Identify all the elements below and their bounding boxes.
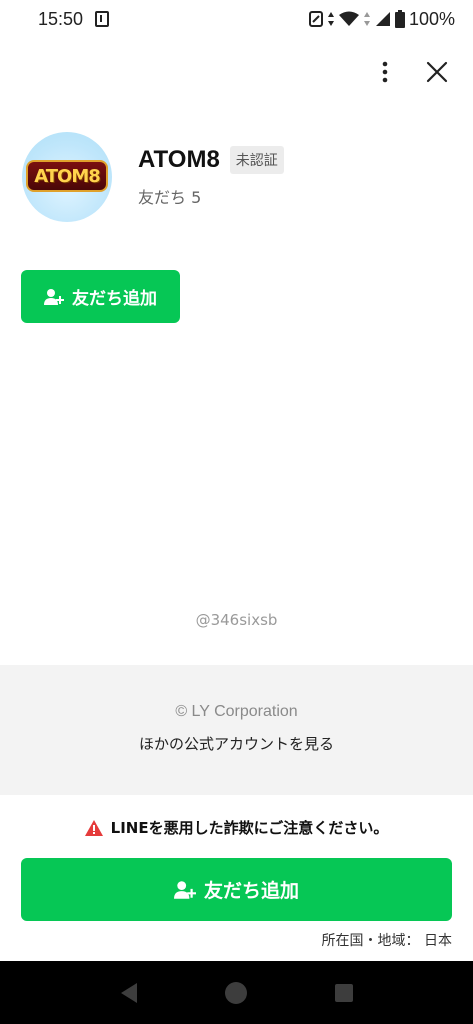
- download-icon: [95, 11, 110, 27]
- home-icon[interactable]: [224, 981, 247, 1004]
- add-friend-bottom-label: 友だち追加: [203, 880, 299, 902]
- add-friend-icon: [173, 880, 196, 899]
- unverified-badge: 未認証: [229, 146, 284, 174]
- location: 所在国・地域： 日本: [321, 933, 452, 949]
- account-name: ATOM8: [138, 146, 220, 173]
- status-icons: 100%: [308, 8, 455, 30]
- battery-icon: [394, 10, 405, 28]
- status-time: 15:50: [38, 8, 84, 29]
- status-bar: 15:50 100%: [0, 0, 473, 38]
- close-icon: [426, 61, 448, 83]
- add-friend-icon: [44, 288, 64, 305]
- friends-count: 友だち 5: [138, 188, 202, 207]
- profile-header: ATOM8 ATOM8 未認証 友だち 5: [22, 132, 284, 222]
- fraud-warning[interactable]: LINEを悪用した詐欺にご注意ください。: [0, 817, 473, 838]
- warning-text: LINEを悪用した詐欺にご注意ください。: [110, 819, 389, 837]
- copyright: © LY Corporation: [175, 703, 298, 720]
- wifi-icon: [338, 11, 359, 26]
- more-vertical-icon: [382, 61, 388, 83]
- footer-section: © LY Corporation ほかの公式アカウントを見る: [0, 665, 473, 795]
- top-actions: [369, 56, 453, 88]
- account-id: @346sixsb: [195, 611, 278, 629]
- warning-icon: [84, 819, 103, 836]
- battery-percent: 100%: [408, 8, 455, 29]
- data-arrows-icon-2: [363, 12, 370, 26]
- profile-text: ATOM8 未認証 友だち 5: [138, 146, 284, 208]
- add-friend-label: 友だち追加: [72, 289, 157, 309]
- avatar[interactable]: ATOM8: [22, 132, 112, 222]
- signal-icon: [375, 12, 390, 26]
- data-arrows-icon: [327, 12, 334, 26]
- name-row: ATOM8 未認証: [138, 146, 284, 174]
- recents-icon[interactable]: [334, 983, 353, 1002]
- atom8-logo: ATOM8: [26, 160, 108, 192]
- nfc-icon: [308, 11, 323, 27]
- add-friend-button[interactable]: 友だち追加: [21, 270, 180, 323]
- add-friend-bottom-button[interactable]: 友だち追加: [21, 858, 452, 921]
- navigation-bar: [0, 961, 473, 1024]
- back-icon[interactable]: [120, 982, 137, 1003]
- logo-text: ATOM8: [34, 165, 101, 187]
- more-button[interactable]: [369, 56, 401, 88]
- other-accounts-link[interactable]: ほかの公式アカウントを見る: [0, 733, 473, 754]
- close-button[interactable]: [421, 56, 453, 88]
